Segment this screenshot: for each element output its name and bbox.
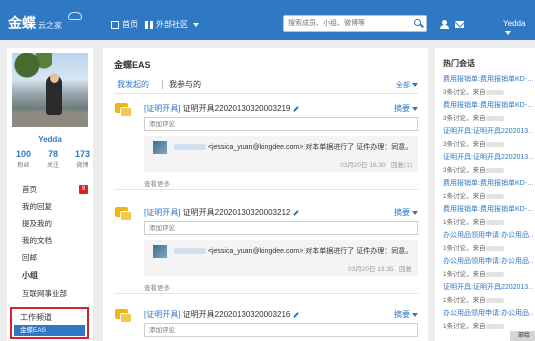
comment-box [144,117,418,131]
nav-home-link[interactable]: 首页 [111,19,138,30]
user-menu[interactable]: Yedda [503,19,535,37]
top-navigation-bar: 金蝶云之家 首页 外部社区 Yedda [0,0,535,40]
feed-post: [证明开具] 证明开具22020130320003212 摘要 : <jessi… [114,204,418,294]
profile-stats: 100 粉丝 78 关注 173 微博 [16,149,90,169]
edit-icon[interactable] [293,312,300,318]
corner-button[interactable]: 部给 [510,331,535,341]
hot-topic-item[interactable]: 费用报销单:费用报销单KD-… 1条讨论，来自 [443,178,533,200]
sidebar-menu: 首页 9 我的回复 提及我的 我的文档 回邮 [22,181,88,266]
sidebar-item-my-documents[interactable]: 我的文档 [22,232,88,249]
profile-name[interactable]: Yedda [7,135,93,144]
tab-participated[interactable]: 我参与的 [169,79,201,90]
feed-post: [证明开具] 证明开具22020130320003219 摘要 : <jessi… [114,100,418,190]
main-feed: 金蝶EAS 我发起的 我参与的 全部 [证明开具] 证明开具2202013032… [103,48,428,341]
left-sidebar: Yedda 100 粉丝 78 关注 173 微博 首页 9 我的回复 提及我的 我的文… [7,48,93,341]
mail-icon[interactable] [455,21,464,28]
hot-topic-item[interactable]: 办公用品领用申请:办公用品… 1条讨论，来自 [443,230,533,252]
user-icon[interactable] [440,20,449,29]
nav-external-community-menu[interactable]: 外部社区 [145,19,199,30]
sidebar-item-home[interactable]: 首页 9 [22,181,88,198]
hot-topic-item[interactable]: 证明开具:证明开具2202013… 1条讨论，来自 [443,282,533,304]
comment-input[interactable] [145,118,417,130]
view-more-link[interactable]: 查看更多 [144,282,170,292]
hot-topic-item[interactable]: 证明开具:证明开具2202013… 3条讨论，来自 [443,152,533,174]
chat-bubbles-icon [115,207,133,224]
hot-topics-heading: 热门会话 [443,59,475,68]
work-channel-section: 工作频道 金蝶EAS [10,307,89,339]
page-title: 金蝶EAS [114,60,151,70]
comment-input[interactable] [145,324,417,336]
hot-topic-item[interactable]: 证明开具:证明开具2202013… 3条讨论，来自 [443,126,533,148]
sidebar-item-my-replies[interactable]: 我的回复 [22,198,88,215]
work-channel-heading: 工作频道 [20,313,52,322]
chevron-down-icon [505,30,511,35]
community-icon [145,20,153,29]
hot-topics-panel: 热门会话 费用报销单:费用报销单KD-… 3条讨论，来自 费用报销单:费用报销单K… [435,48,535,341]
summary-dropdown[interactable]: 摘要 [394,309,418,320]
notification-badge: 9 [79,185,88,194]
summary-dropdown[interactable]: 摘要 [394,103,418,114]
tab-divider [162,80,163,89]
post-title[interactable]: [证明开具] 证明开具22020130320003216 [144,309,300,320]
reply-text: : <jessica_yuan@kingdee.com> 对本单据进行了 证件办… [174,142,412,152]
avatar[interactable] [153,245,167,258]
hot-topic-item[interactable]: 费用报销单:费用报销单KD-… 1条讨论，来自 [443,204,533,226]
nav-external-label: 外部社区 [156,20,188,29]
comment-box [144,323,418,337]
reply-meta: 03月20日 16:30 回复(1) [340,162,412,169]
groups-heading: 小组 [22,271,38,280]
reply-meta: 03月20日 13:35 回复 [348,266,412,273]
search-input[interactable] [284,16,408,31]
chat-bubbles-icon [115,103,133,120]
sidebar-item-group[interactable]: 互联网事业部 [22,288,67,299]
search-box [283,15,427,32]
hot-topic-item[interactable]: 办公用品领用申请:办公用品… 1条讨论，来自 [443,256,533,278]
home-icon [111,20,119,29]
reply-text: : <jessica_yuan@kingdee.com> 对本单据进行了 证件办… [174,246,412,256]
filter-dropdown[interactable]: 全部 [396,80,418,90]
reply-item: : <jessica_yuan@kingdee.com> 对本单据进行了 证件办… [144,136,418,172]
comment-input[interactable] [145,222,417,234]
edit-icon[interactable] [293,210,300,216]
comment-box [144,221,418,235]
nav-home-label: 首页 [122,20,138,29]
post-title[interactable]: [证明开具] 证明开具22020130320003212 [144,207,300,218]
hot-topic-item[interactable]: 费用报销单:费用报销单KD-… 3条讨论，来自 [443,74,533,96]
reply-item: : <jessica_yuan@kingdee.com> 对本单据进行了 证件办… [144,240,418,276]
hot-topic-item[interactable]: 费用报销单:费用报销单KD-… 3条讨论，来自 [443,100,533,122]
app-logo[interactable]: 金蝶 云之家 [8,13,62,33]
reply-link[interactable]: 回复(1) [391,162,412,169]
profile-avatar[interactable] [12,53,88,127]
post-title[interactable]: [证明开具] 证明开具22020130320003219 [144,103,300,114]
tab-initiated[interactable]: 我发起的 [117,79,149,90]
sidebar-item-mail[interactable]: 回邮 [22,249,88,266]
search-icon[interactable] [413,18,424,29]
chevron-down-icon [193,22,199,27]
stat-posts[interactable]: 173 微博 [75,149,90,169]
sidebar-item-kingdee-eas[interactable]: 金蝶EAS [14,325,85,336]
hot-topic-item[interactable]: 办公用品领用申请:办公用品… 1条讨论，来自 [443,308,533,330]
chevron-down-icon [412,106,418,111]
avatar[interactable] [153,141,167,154]
edit-icon[interactable] [293,106,300,112]
view-more-link[interactable]: 查看更多 [144,178,170,188]
sidebar-item-mentions[interactable]: 提及我的 [22,215,88,232]
feed-post: [证明开具] 证明开具22020130320003216 摘要 [114,306,418,341]
summary-dropdown[interactable]: 摘要 [394,207,418,218]
stat-following[interactable]: 78 关注 [47,149,59,169]
reply-link[interactable]: 回复 [399,266,412,273]
chat-bubbles-icon [115,309,133,326]
cloud-icon [68,12,82,20]
chevron-down-icon [412,210,418,215]
chevron-down-icon [412,83,418,88]
stat-followers[interactable]: 100 粉丝 [16,149,31,169]
feed-tabs: 我发起的 我参与的 全部 [114,79,418,94]
chevron-down-icon [412,312,418,317]
